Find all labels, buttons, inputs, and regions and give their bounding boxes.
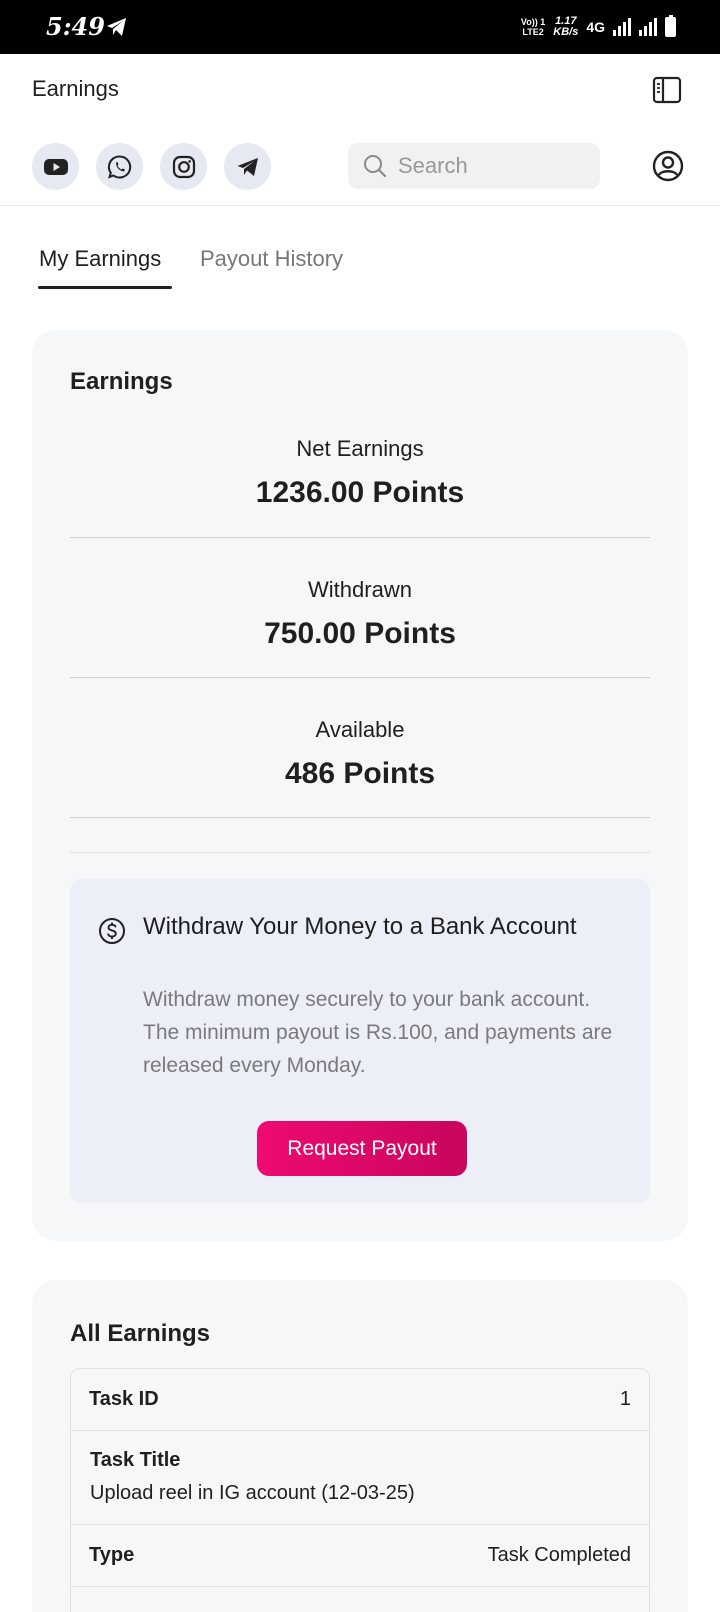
divider — [70, 537, 650, 538]
sidebar-toggle-icon[interactable] — [652, 76, 682, 104]
whatsapp-button[interactable] — [96, 143, 143, 190]
stat-label: Available — [315, 717, 405, 742]
row-key: Task Title — [90, 1449, 181, 1471]
stat-label: Net Earnings — [296, 436, 424, 461]
header-divider — [0, 205, 720, 206]
earnings-table: Task ID 1 Task Title Upload reel in IG a… — [70, 1368, 650, 1612]
telegram-button[interactable] — [224, 143, 271, 190]
stat-label: Withdrawn — [308, 577, 412, 602]
search-input[interactable] — [398, 153, 578, 179]
earnings-card: Earnings Net Earnings 1236.00 Points Wit… — [32, 330, 688, 1241]
table-row — [71, 1587, 649, 1612]
stat-value: 486 Points — [284, 757, 436, 790]
withdraw-info-box: Withdraw Your Money to a Bank Account Wi… — [70, 879, 650, 1203]
dollar-circle-icon — [99, 918, 125, 944]
telegram-icon — [237, 157, 258, 176]
row-value: Upload reel in IG account (12-03-25) — [90, 1482, 415, 1504]
stat-value: 750.00 Points — [264, 617, 456, 650]
active-tab-indicator — [38, 286, 172, 289]
signal-icon-2 — [639, 18, 657, 36]
tab-payout-history[interactable]: Payout History — [200, 246, 343, 272]
search-box[interactable] — [348, 143, 600, 189]
withdraw-description: Withdraw money securely to your bank acc… — [143, 988, 613, 1077]
signal-icon — [613, 18, 631, 36]
row-key: Task ID — [89, 1388, 159, 1410]
user-profile-icon[interactable] — [652, 150, 684, 182]
row-key: Type — [89, 1544, 135, 1566]
telegram-notification-icon — [107, 18, 126, 36]
earnings-card-title: Earnings — [70, 368, 173, 395]
row-value: 1 — [619, 1388, 631, 1410]
battery-icon — [665, 15, 676, 37]
volte-indicator: Vo)) 1 LTE2 — [520, 17, 546, 37]
network-speed: 1.17 KB/s — [553, 15, 579, 38]
row-value: Task Completed — [487, 1544, 631, 1566]
table-row: Task Title Upload reel in IG account (12… — [71, 1431, 649, 1525]
status-indicators: Vo)) 1 LTE2 1.17 KB/s 4G — [521, 12, 676, 42]
all-earnings-title: All Earnings — [70, 1320, 211, 1347]
net-earnings-stat: Net Earnings 1236.00 Points — [70, 436, 650, 510]
divider — [70, 852, 650, 853]
status-bar: 5:49 Vo)) 1 LTE2 1.17 KB/s 4G — [0, 0, 720, 54]
whatsapp-icon — [107, 155, 131, 179]
divider — [70, 817, 650, 818]
divider — [70, 677, 650, 678]
withdrawn-stat: Withdrawn 750.00 Points — [70, 577, 650, 651]
withdraw-title: Withdraw Your Money to a Bank Account — [143, 913, 577, 940]
network-type: 4G — [586, 19, 605, 35]
all-earnings-card: All Earnings Task ID 1 Task Title Upload… — [32, 1280, 688, 1612]
stat-value: 1236.00 Points — [255, 476, 465, 509]
table-row: Type Task Completed — [71, 1525, 649, 1587]
instagram-icon — [172, 155, 195, 178]
page-title: Earnings — [32, 76, 119, 101]
status-time: 5:49 — [46, 12, 105, 41]
request-payout-button[interactable]: Request Payout — [257, 1121, 467, 1176]
tab-my-earnings[interactable]: My Earnings — [39, 246, 161, 272]
table-row: Task ID 1 — [71, 1369, 649, 1431]
youtube-button[interactable] — [32, 143, 79, 190]
youtube-icon — [43, 158, 68, 175]
search-icon — [364, 155, 387, 178]
instagram-button[interactable] — [160, 143, 207, 190]
available-stat: Available 486 Points — [70, 717, 650, 791]
